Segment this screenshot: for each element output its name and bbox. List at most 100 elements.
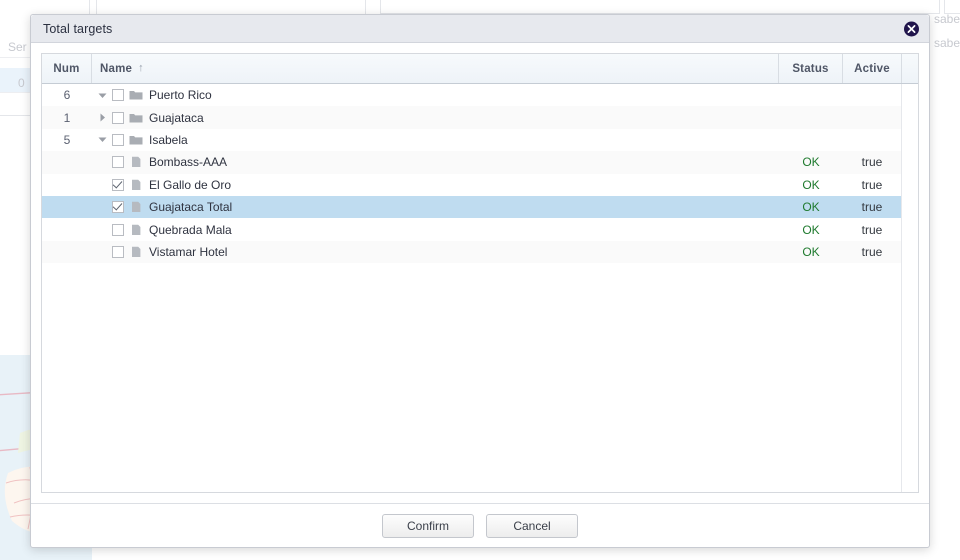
column-header-num-label: Num — [53, 62, 80, 75]
row-name-label: Guajataca — [149, 110, 204, 125]
row-name-label: El Gallo de Oro — [149, 177, 232, 192]
cell-active: true — [861, 244, 883, 259]
cell-num — [42, 174, 92, 196]
row-checkbox[interactable] — [112, 89, 124, 102]
dialog-footer: Confirm Cancel — [31, 503, 929, 547]
cell-status: OK — [802, 222, 820, 237]
row-checkbox[interactable] — [112, 223, 124, 236]
table-row[interactable]: Bombass-AAA OK true — [42, 151, 901, 174]
cell-name: El Gallo de Oro — [92, 174, 779, 196]
cell-name: Bombass-AAA — [92, 151, 779, 173]
folder-icon — [129, 88, 143, 102]
dialog-titlebar: Total targets — [31, 15, 929, 43]
column-header-num[interactable]: Num — [42, 54, 92, 83]
cell-num — [42, 196, 92, 218]
row-name-label: Vistamar Hotel — [149, 244, 228, 259]
file-icon — [129, 155, 143, 169]
cell-status: OK — [802, 177, 820, 192]
cell-status: OK — [802, 155, 820, 170]
table-row[interactable]: Quebrada Mala OK true — [42, 218, 901, 241]
grid-body: 6 Puerto Rico 1 Guajataca 5 Isabela Bombass-AA… — [42, 84, 918, 492]
sort-ascending-icon: ↑ — [138, 62, 144, 74]
row-name-label: Guajataca Total — [149, 200, 233, 215]
chevron-down-icon[interactable] — [94, 87, 110, 103]
file-icon — [129, 223, 143, 237]
cell-num: 6 — [63, 88, 71, 103]
column-header-active[interactable]: Active — [843, 54, 901, 83]
twisty-placeholder — [94, 244, 110, 260]
cell-status — [779, 106, 843, 128]
folder-icon — [129, 133, 143, 147]
column-header-name[interactable]: Name ↑ — [92, 54, 779, 83]
row-checkbox[interactable] — [112, 201, 124, 214]
column-header-active-label: Active — [854, 62, 890, 75]
table-row[interactable]: 5 Isabela — [42, 128, 901, 152]
twisty-placeholder — [94, 177, 110, 193]
twisty-placeholder — [94, 154, 110, 170]
column-header-status[interactable]: Status — [779, 54, 843, 83]
cell-active: true — [861, 222, 883, 237]
file-icon — [129, 245, 143, 259]
header-scroll-gutter — [901, 54, 918, 83]
row-checkbox[interactable] — [112, 133, 124, 146]
cell-num — [42, 151, 92, 173]
chevron-right-icon[interactable] — [94, 110, 110, 126]
cell-name: Vistamar Hotel — [92, 241, 779, 263]
cancel-button[interactable]: Cancel — [486, 513, 578, 538]
cell-active: true — [861, 177, 883, 192]
table-row[interactable]: El Gallo de Oro OK true — [42, 173, 901, 196]
close-icon[interactable] — [904, 21, 919, 36]
row-checkbox[interactable] — [112, 111, 124, 124]
cell-num — [42, 241, 92, 263]
table-row[interactable]: 6 Puerto Rico — [42, 84, 901, 107]
row-name-label: Isabela — [149, 132, 188, 147]
cell-active — [843, 129, 901, 151]
cell-status — [779, 84, 843, 106]
row-checkbox[interactable] — [112, 156, 124, 169]
cell-active: true — [861, 155, 883, 170]
cell-name: Quebrada Mala — [92, 218, 779, 240]
targets-tree-grid: Num Name ↑ Status Active 6 Puerto Rico 1 Gu… — [41, 53, 919, 493]
row-name-label: Puerto Rico — [149, 88, 212, 103]
table-row[interactable]: Vistamar Hotel OK true — [42, 240, 901, 264]
twisty-placeholder — [94, 222, 110, 238]
cell-status — [779, 129, 843, 151]
file-icon — [129, 178, 143, 192]
cell-name: Guajataca — [92, 106, 779, 128]
row-checkbox[interactable] — [112, 178, 124, 191]
cell-name: Isabela — [92, 129, 779, 151]
vertical-scrollbar[interactable] — [901, 84, 918, 492]
cell-status: OK — [802, 200, 820, 215]
cell-status: OK — [802, 244, 820, 259]
cell-num: 1 — [63, 110, 71, 125]
cell-active: true — [861, 200, 883, 215]
cell-active — [843, 106, 901, 128]
row-checkbox[interactable] — [112, 245, 124, 258]
cell-num: 5 — [63, 132, 71, 147]
total-targets-dialog: Total targets Num Name ↑ Status Active 6… — [30, 14, 930, 548]
row-name-label: Quebrada Mala — [149, 222, 232, 237]
background-column-header-ser: Ser — [8, 40, 27, 54]
grid-rows-container: 6 Puerto Rico 1 Guajataca 5 Isabela Bombass-AA… — [42, 84, 901, 492]
background-wide-panel — [380, 0, 940, 14]
row-name-label: Bombass-AAA — [149, 155, 228, 170]
dialog-body: Num Name ↑ Status Active 6 Puerto Rico 1 Gu… — [31, 43, 929, 503]
confirm-button[interactable]: Confirm — [382, 513, 474, 538]
column-header-name-label: Name — [100, 62, 133, 75]
twisty-placeholder — [94, 199, 110, 215]
chevron-down-icon[interactable] — [94, 132, 110, 148]
cell-active — [843, 84, 901, 106]
column-header-status-label: Status — [792, 62, 829, 75]
folder-icon — [129, 111, 143, 125]
cell-name: Guajataca Total — [92, 196, 779, 218]
dialog-title: Total targets — [43, 21, 113, 36]
table-row[interactable]: 1 Guajataca — [42, 106, 901, 129]
cell-name: Puerto Rico — [92, 84, 779, 106]
grid-header-row: Num Name ↑ Status Active — [42, 54, 918, 84]
background-text-isabela-1: sabela — [934, 12, 960, 26]
cell-num — [42, 218, 92, 240]
background-text-isabela-2: sabela — [934, 36, 960, 50]
background-cell-value-zero: 0 — [18, 76, 25, 90]
file-icon — [129, 200, 143, 214]
table-row[interactable]: Guajataca Total OK true — [42, 195, 901, 219]
